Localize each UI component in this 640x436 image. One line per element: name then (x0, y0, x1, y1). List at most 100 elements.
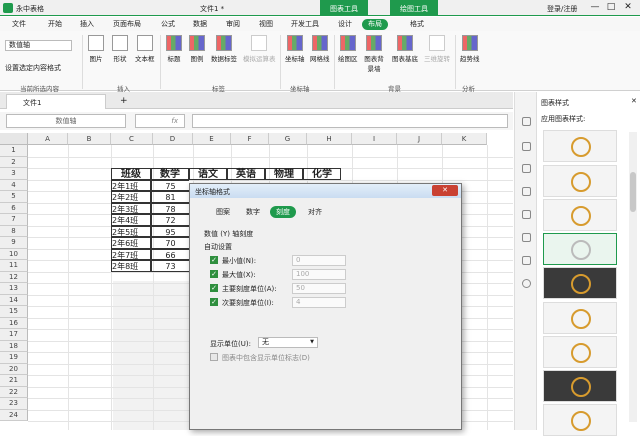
panel-scrollbar[interactable] (629, 132, 637, 422)
chart-area[interactable] (113, 281, 198, 430)
maximize-button[interactable]: □ (604, 2, 618, 14)
row-header[interactable]: 9 (0, 237, 28, 249)
data-labels-button[interactable]: 数据标签 (211, 35, 237, 63)
table-cell-class[interactable]: 2年8班 (111, 260, 151, 272)
display-unit-select[interactable]: 无 ▼ (258, 337, 318, 348)
menu-developer[interactable]: 开发工具 (285, 19, 325, 30)
new-tab-button[interactable]: + (120, 96, 128, 106)
row-header[interactable]: 19 (0, 352, 28, 364)
table-cell-math[interactable]: 72 (151, 214, 189, 226)
row-header[interactable]: 8 (0, 225, 28, 237)
table-cell-class[interactable]: 2年4班 (111, 214, 151, 226)
minimize-button[interactable]: — (588, 2, 602, 14)
minor-unit-auto-checkbox[interactable]: ✓ (210, 298, 218, 306)
table-header-cell[interactable]: 语文 (189, 168, 227, 180)
row-header[interactable]: 22 (0, 386, 28, 398)
max-auto-checkbox[interactable]: ✓ (210, 270, 218, 278)
table-header-cell[interactable]: 数学 (151, 168, 189, 180)
table-cell-math[interactable]: 66 (151, 248, 189, 260)
table-cell-class[interactable]: 2年7班 (111, 248, 151, 260)
legend-button[interactable]: 图例 (189, 35, 205, 63)
clock-icon[interactable] (522, 187, 531, 196)
row-header[interactable]: 1 (0, 145, 28, 157)
column-header[interactable]: I (352, 133, 397, 145)
drawing-tools-context-tab[interactable]: 绘图工具 (390, 0, 438, 16)
menu-home[interactable]: 开始 (42, 19, 68, 30)
chart-style-thumbnail-selected[interactable] (543, 233, 617, 265)
chart-style-thumbnail[interactable] (543, 404, 617, 436)
row-header[interactable]: 14 (0, 294, 28, 306)
name-box[interactable]: 数值轴 (6, 114, 126, 128)
panel-close-button[interactable]: ✕ (631, 97, 637, 105)
chart-element-select[interactable]: 数值轴 (5, 40, 72, 51)
row-header[interactable]: 7 (0, 214, 28, 226)
row-header[interactable]: 6 (0, 202, 28, 214)
row-header[interactable]: 23 (0, 398, 28, 410)
row-header[interactable]: 2 (0, 156, 28, 168)
formula-input[interactable] (192, 114, 508, 128)
row-header[interactable]: 15 (0, 306, 28, 318)
tab-scale[interactable]: 刻度 (270, 206, 296, 218)
table-cell-math[interactable]: 95 (151, 225, 189, 237)
gridlines-button[interactable]: 网格线 (310, 35, 330, 63)
trendline-button[interactable]: 趋势线 (460, 35, 480, 63)
table-cell-math[interactable]: 78 (151, 202, 189, 214)
row-header[interactable]: 21 (0, 375, 28, 387)
row-header[interactable]: 12 (0, 271, 28, 283)
chart-style-thumbnail[interactable] (543, 336, 617, 368)
row-header[interactable]: 11 (0, 260, 28, 272)
chart-floor-button[interactable]: 图表基底 (392, 35, 418, 63)
column-header[interactable]: J (397, 133, 442, 145)
login-link[interactable]: 登录/注册 (547, 4, 577, 14)
table-header-cell[interactable]: 物理 (265, 168, 303, 180)
column-header[interactable]: E (193, 133, 231, 145)
table-header-cell[interactable]: 班级 (111, 168, 151, 180)
row-header[interactable]: 13 (0, 283, 28, 295)
column-header[interactable]: K (442, 133, 487, 145)
menu-file[interactable]: 文件 (6, 19, 32, 30)
max-input[interactable]: 100 (292, 269, 346, 280)
major-unit-auto-checkbox[interactable]: ✓ (210, 284, 218, 292)
plot-area-button[interactable]: 绘图区 (338, 35, 358, 63)
dialog-close-button[interactable]: ✕ (432, 185, 458, 196)
row-header[interactable]: 10 (0, 248, 28, 260)
column-header[interactable]: F (231, 133, 269, 145)
row-header[interactable]: 3 (0, 168, 28, 180)
chart-style-thumbnail[interactable] (543, 199, 617, 231)
minor-unit-input[interactable]: 4 (292, 297, 346, 308)
menu-view[interactable]: 视图 (253, 19, 279, 30)
select-all-corner[interactable] (0, 133, 28, 145)
major-unit-input[interactable]: 50 (292, 283, 346, 294)
help-icon[interactable] (522, 279, 531, 288)
format-selection-button[interactable]: 设置选定内容格式 (5, 63, 61, 73)
row-header[interactable]: 18 (0, 340, 28, 352)
3d-rotation-button[interactable]: 三维旋转 (424, 35, 450, 63)
row-header[interactable]: 24 (0, 409, 28, 421)
chart-title-button[interactable]: 标题 (166, 35, 182, 63)
file-tab[interactable]: 文件1 (6, 94, 106, 109)
row-header[interactable]: 4 (0, 179, 28, 191)
chart-wall-button[interactable]: 图表背景墙 (362, 35, 386, 73)
insert-shape-button[interactable]: 形状 (112, 35, 128, 63)
chart-style-thumbnail[interactable] (543, 267, 617, 299)
axes-button[interactable]: 坐标轴 (285, 35, 305, 63)
copy-icon[interactable] (522, 233, 531, 242)
table-cell-class[interactable]: 2年3班 (111, 202, 151, 214)
tab-alignment[interactable]: 对齐 (302, 206, 328, 218)
chart-style-thumbnail[interactable] (543, 165, 617, 197)
row-header[interactable]: 17 (0, 329, 28, 341)
show-unit-checkbox[interactable] (210, 353, 218, 361)
table-cell-math[interactable]: 75 (151, 179, 189, 191)
table-cell-class[interactable]: 2年5班 (111, 225, 151, 237)
panel-scrollbar-thumb[interactable] (630, 172, 636, 212)
table-cell-class[interactable]: 2年2班 (111, 191, 151, 203)
close-window-button[interactable]: ✕ (621, 2, 635, 14)
row-header[interactable]: 20 (0, 363, 28, 375)
tab-pattern[interactable]: 图案 (210, 206, 236, 218)
chart-style-thumbnail[interactable] (543, 370, 617, 402)
tab-number[interactable]: 数字 (240, 206, 266, 218)
column-header[interactable]: B (68, 133, 111, 145)
clipboard-icon[interactable] (522, 210, 531, 219)
table-cell-math[interactable]: 73 (151, 260, 189, 272)
column-header[interactable]: H (307, 133, 352, 145)
